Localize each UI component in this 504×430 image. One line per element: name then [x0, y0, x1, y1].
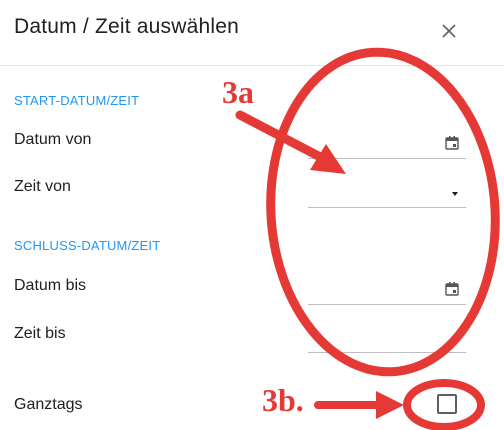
date-to-label: Datum bis [14, 277, 87, 294]
all-day-checkbox[interactable] [437, 394, 457, 414]
date-from-field[interactable] [308, 128, 466, 159]
start-section-label: START-DATUM/ZEIT [14, 93, 140, 108]
dropdown-caret-icon [452, 337, 458, 341]
calendar-icon[interactable] [444, 135, 460, 151]
annotation-arrow-3b-head [376, 391, 404, 419]
close-icon [442, 24, 456, 38]
time-from-select[interactable] [308, 177, 466, 208]
close-button[interactable] [436, 18, 462, 44]
dialog-title: Datum / Zeit auswählen [14, 15, 240, 38]
date-from-label: Datum von [14, 131, 92, 148]
calendar-icon[interactable] [444, 281, 460, 297]
time-to-select[interactable] [308, 322, 466, 353]
annotation-label-3a: 3a [222, 74, 254, 110]
time-from-label: Zeit von [14, 178, 71, 195]
end-section-label: SCHLUSS-DATUM/ZEIT [14, 238, 161, 253]
time-to-label: Zeit bis [14, 325, 66, 342]
all-day-label: Ganztags [14, 396, 83, 413]
date-to-field[interactable] [308, 274, 466, 305]
dialog-header: Datum / Zeit auswählen [0, 0, 504, 66]
dropdown-caret-icon [452, 192, 458, 196]
annotation-label-3b: 3b. [262, 382, 304, 418]
